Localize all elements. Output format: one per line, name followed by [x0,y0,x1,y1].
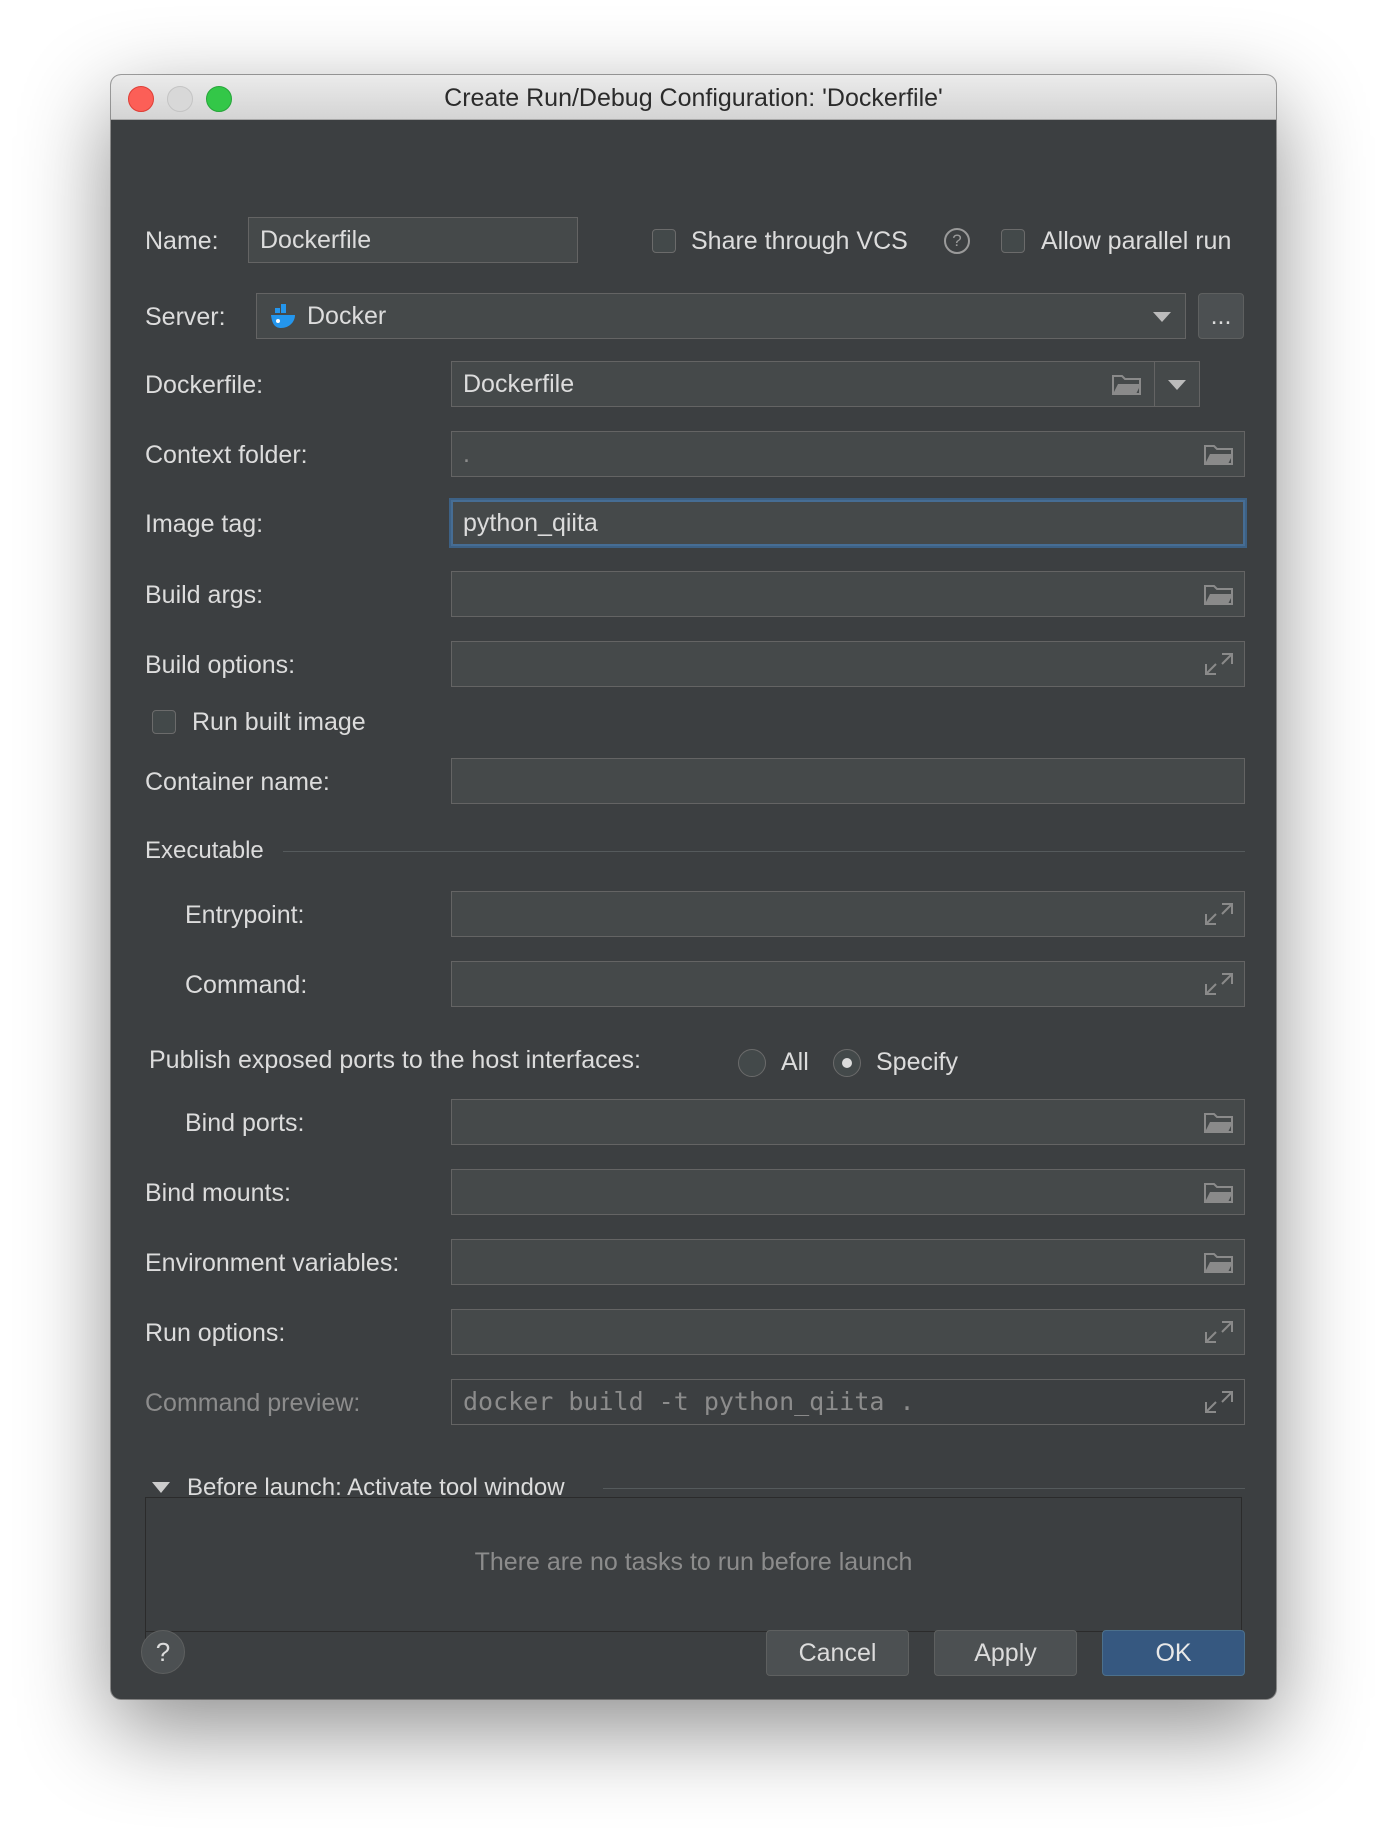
expand-icon[interactable] [1204,972,1234,996]
name-field-value: Dockerfile [260,226,372,254]
command-label: Command: [185,971,308,999]
context-folder-label: Context folder: [145,441,308,469]
dockerfile-field[interactable]: Dockerfile [451,361,1200,407]
build-args-label: Build args: [145,581,264,609]
run-options-field[interactable] [451,1309,1245,1355]
server-select[interactable]: Docker [256,293,1186,339]
env-vars-field[interactable] [451,1239,1245,1285]
image-tag-value: python_qiita [463,509,598,537]
publish-all-radio[interactable] [738,1049,766,1077]
help-icon[interactable]: ? [944,228,970,254]
folder-icon[interactable] [1204,582,1234,606]
chevron-down-icon[interactable] [1168,380,1186,390]
build-args-field[interactable] [451,571,1245,617]
run-built-image-label: Run built image [192,708,366,736]
cancel-button[interactable]: Cancel [766,1630,909,1676]
radio-selected-dot [842,1058,852,1068]
run-options-label: Run options: [145,1319,286,1347]
command-field[interactable] [451,961,1245,1007]
entrypoint-label: Entrypoint: [185,901,305,929]
build-options-field[interactable] [451,641,1245,687]
expand-icon[interactable] [1204,1390,1234,1414]
bind-ports-field[interactable] [451,1099,1245,1145]
command-preview-field: docker build -t python_qiita . [451,1379,1245,1425]
expand-icon[interactable] [1204,902,1234,926]
server-select-value: Docker [307,302,387,330]
publish-specify-radio[interactable] [833,1049,861,1077]
before-launch-separator [603,1488,1245,1489]
context-folder-value: . [463,440,470,468]
folder-icon[interactable] [1112,372,1142,396]
collapse-triangle-icon[interactable] [152,1482,170,1493]
chevron-down-icon [1153,312,1171,322]
image-tag-label: Image tag: [145,510,264,538]
server-more-button[interactable]: ... [1198,293,1244,339]
dockerfile-label: Dockerfile: [145,371,264,399]
share-vcs-label: Share through VCS [691,227,908,255]
publish-all-label: All [781,1048,809,1076]
container-name-label: Container name: [145,768,330,796]
name-label: Name: [145,227,219,255]
bind-mounts-label: Bind mounts: [145,1179,291,1207]
executable-section-title: Executable [145,837,264,864]
folder-icon[interactable] [1204,1250,1234,1274]
bind-ports-label: Bind ports: [185,1109,305,1137]
folder-icon[interactable] [1204,1180,1234,1204]
before-launch-task-list[interactable]: There are no tasks to run before launch [145,1497,1242,1652]
entrypoint-field[interactable] [451,891,1245,937]
container-name-field[interactable] [451,758,1245,804]
apply-button[interactable]: Apply [934,1630,1077,1676]
allow-parallel-checkbox[interactable] [1001,229,1025,253]
dialog-window: Create Run/Debug Configuration: 'Dockerf… [111,75,1276,1699]
publish-ports-label: Publish exposed ports to the host interf… [149,1046,641,1074]
folder-icon[interactable] [1204,1110,1234,1134]
docker-icon [271,304,295,328]
folder-icon[interactable] [1204,442,1234,466]
before-launch-empty-text: There are no tasks to run before launch [474,1548,913,1576]
dockerfile-field-value: Dockerfile [463,370,575,398]
bind-mounts-field[interactable] [451,1169,1245,1215]
expand-icon[interactable] [1204,1320,1234,1344]
env-vars-label: Environment variables: [145,1249,400,1277]
build-options-label: Build options: [145,651,296,679]
run-built-image-checkbox[interactable] [152,710,176,734]
allow-parallel-label: Allow parallel run [1041,227,1232,255]
command-preview-value: docker build -t python_qiita . [463,1387,915,1416]
image-tag-field[interactable]: python_qiita [451,500,1245,546]
name-field[interactable]: Dockerfile [248,217,578,263]
context-folder-field[interactable]: . [451,431,1245,477]
window-title: Create Run/Debug Configuration: 'Dockerf… [444,84,943,112]
ok-button[interactable]: OK [1102,1630,1245,1676]
dockerfile-divider [1154,362,1155,406]
server-label: Server: [145,303,226,331]
share-vcs-checkbox[interactable] [652,229,676,253]
help-button[interactable]: ? [141,1630,185,1674]
publish-specify-label: Specify [876,1048,958,1076]
expand-icon[interactable] [1204,652,1234,676]
title-bar: Create Run/Debug Configuration: 'Dockerf… [111,75,1276,120]
executable-separator [283,851,1245,852]
command-preview-label: Command preview: [145,1389,361,1417]
